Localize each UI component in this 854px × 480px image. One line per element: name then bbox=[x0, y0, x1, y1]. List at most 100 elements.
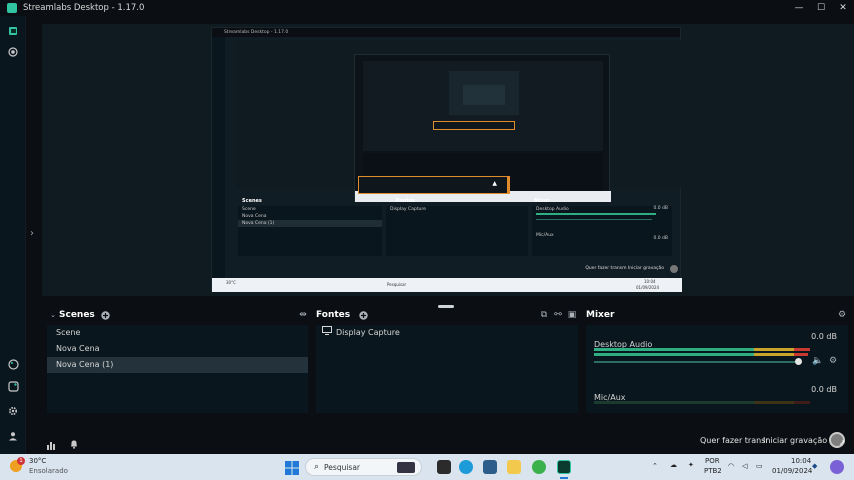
speaker-icon[interactable]: 🔈 bbox=[812, 355, 824, 367]
copilot-icon[interactable] bbox=[830, 460, 844, 474]
search-highlight-image bbox=[397, 462, 415, 473]
integrations-icon[interactable] bbox=[7, 380, 19, 392]
volume-slider[interactable] bbox=[594, 361, 799, 363]
battery-icon[interactable]: ▭ bbox=[756, 462, 763, 470]
volume-icon[interactable]: ◁ bbox=[742, 462, 747, 470]
nested-mixer-mic-db: 0.0 dB bbox=[653, 236, 668, 241]
nested-scene-item: Nova Cena (1) bbox=[238, 220, 382, 227]
clock-date[interactable]: 01/09/2024 bbox=[772, 467, 812, 475]
streamlabs-logo-icon bbox=[7, 3, 17, 13]
scene-item[interactable]: Nova Cena bbox=[47, 341, 308, 357]
source-label: Display Capture bbox=[336, 328, 400, 337]
settings-icon[interactable] bbox=[7, 405, 19, 417]
windows-taskbar: 1 30°C Ensolarado ⌃ ☁ ✦ POR PTB2 ◠ ◁ ▭ 1… bbox=[0, 454, 854, 480]
nested-scene-item: Scene bbox=[242, 207, 256, 212]
tray-overflow-chevron-icon[interactable]: ⌃ bbox=[652, 462, 658, 470]
task-view-icon[interactable] bbox=[437, 460, 451, 474]
minimize-button[interactable]: — bbox=[788, 0, 810, 16]
nested-title: Streamlabs Desktop - 1.17.0 bbox=[212, 28, 680, 37]
chrome-icon[interactable] bbox=[532, 460, 546, 474]
wifi-icon[interactable]: ◠ bbox=[728, 462, 734, 470]
group-sources-icon[interactable]: ⚯ bbox=[552, 309, 564, 321]
level-meter-idle bbox=[594, 401, 754, 404]
windows-start-icon[interactable] bbox=[285, 460, 299, 475]
scene-item-selected[interactable]: Nova Cena (1) bbox=[47, 357, 308, 373]
nested-scenes-panel: Scene Nova Cena Nova Cena (1) bbox=[238, 206, 382, 256]
mixer-header: Mixer ⚙ bbox=[586, 308, 848, 322]
nested-sources-panel: Display Capture bbox=[386, 206, 528, 256]
nested-preview-capture: Streamlabs Desktop - 1.17.0 ▲ Scenes Fon… bbox=[211, 27, 682, 292]
source-filters-icon[interactable]: ⧉ bbox=[538, 309, 550, 321]
nested-time: 10:04 bbox=[644, 279, 656, 284]
language-bottom[interactable]: PTB2 bbox=[704, 467, 722, 475]
collapse-chevron-icon[interactable]: ⌄ bbox=[47, 309, 59, 321]
studio-mode-icon[interactable] bbox=[7, 25, 19, 37]
level-meter-red bbox=[794, 348, 810, 351]
recursive-frame-inner bbox=[463, 85, 505, 105]
popup-arrow-icon: ▲ bbox=[492, 180, 497, 187]
notifications-bell-icon[interactable] bbox=[69, 434, 79, 453]
sources-header: Fontes ⧉ ⚯ ▣ bbox=[316, 308, 578, 322]
channel-settings-gear-icon[interactable]: ⚙ bbox=[827, 355, 839, 367]
nested-preview-area: ▲ bbox=[236, 40, 682, 202]
start-recording-label[interactable]: Iniciar gravação bbox=[763, 436, 827, 445]
source-item[interactable]: Display Capture bbox=[316, 325, 578, 341]
nested-search: Pesquisar bbox=[387, 282, 407, 287]
language-top[interactable]: POR bbox=[705, 457, 720, 465]
level-meter-green bbox=[594, 348, 754, 351]
nested-meter bbox=[536, 213, 656, 215]
close-button[interactable]: ✕ bbox=[832, 0, 854, 16]
maximize-button[interactable]: ☐ bbox=[810, 0, 832, 16]
file-explorer-icon[interactable] bbox=[507, 460, 521, 474]
record-icon[interactable] bbox=[7, 46, 19, 58]
nested-taskbar: 30°C Pesquisar 10:04 01/09/2024 bbox=[212, 278, 682, 292]
channel-db: 0.0 dB bbox=[811, 385, 837, 394]
scenes-header: ⌄ Scenes ⇹ bbox=[47, 308, 308, 322]
mixer-channel-desktop: Desktop Audio 0.0 dB 🔈 ⚙ bbox=[594, 332, 837, 366]
edge-browser-icon[interactable] bbox=[459, 460, 473, 474]
monitor-icon bbox=[322, 325, 332, 341]
nested-scenes-title: Scenes bbox=[242, 198, 262, 204]
tray-app-icon[interactable]: ☁ bbox=[670, 461, 677, 469]
mixer-panel: Desktop Audio 0.0 dB 🔈 ⚙ Mic/Aux 0.0 dB bbox=[586, 325, 848, 413]
store-icon[interactable] bbox=[483, 460, 497, 474]
nested-scene-item: Nova Cena bbox=[242, 214, 267, 219]
nested-left-sidebar bbox=[212, 37, 225, 283]
scene-item[interactable]: Scene bbox=[47, 325, 308, 341]
level-meter-green-2 bbox=[594, 353, 754, 356]
add-scene-button[interactable] bbox=[100, 309, 112, 321]
expand-sidebar-chevron-icon[interactable]: › bbox=[30, 228, 34, 239]
nested-source-item: Display Capture bbox=[390, 207, 426, 212]
level-meter-idle-red bbox=[794, 401, 810, 404]
nested-date: 01/09/2024 bbox=[636, 285, 660, 290]
volume-slider-knob[interactable] bbox=[795, 358, 802, 365]
nested-mixer-panel: Desktop Audio 0.0 dB Mic/Aux 0.0 dB bbox=[532, 206, 672, 256]
go-live-label[interactable]: Quer fazer transr bbox=[700, 436, 769, 445]
level-meter-yellow bbox=[754, 348, 794, 351]
folder-icon[interactable]: ▣ bbox=[566, 309, 578, 321]
scene-transitions-icon[interactable]: ⇹ bbox=[297, 309, 309, 321]
clock-time[interactable]: 10:04 bbox=[791, 457, 811, 465]
channel-db: 0.0 dB bbox=[811, 332, 837, 341]
nested-weather: 30°C bbox=[226, 280, 236, 285]
taskbar-search-box[interactable]: ⌕ Pesquisar bbox=[305, 458, 422, 476]
level-meter-yellow-2 bbox=[754, 353, 794, 356]
title-bar: Streamlabs Desktop - 1.17.0 — ☐ ✕ bbox=[0, 0, 854, 16]
nested-mixer-title: Mixer bbox=[534, 198, 550, 204]
level-meter-red-2 bbox=[794, 353, 808, 356]
window-title: Streamlabs Desktop - 1.17.0 bbox=[23, 3, 145, 13]
streamlabs-taskbar-icon[interactable] bbox=[557, 460, 571, 474]
nested-sources-title: Fontes bbox=[396, 198, 415, 204]
account-icon[interactable] bbox=[7, 430, 19, 442]
add-source-button[interactable] bbox=[357, 309, 369, 321]
mixer-settings-gear-icon[interactable]: ⚙ bbox=[836, 309, 848, 321]
weather-desc[interactable]: Ensolarado bbox=[29, 467, 68, 475]
weather-temp[interactable]: 30°C bbox=[29, 457, 46, 465]
level-meter-idle-yellow bbox=[754, 401, 794, 404]
performance-chart-icon[interactable] bbox=[46, 435, 56, 454]
mixer-channel-mic: Mic/Aux 0.0 dB bbox=[594, 385, 837, 404]
notification-bell-icon[interactable]: ◆ bbox=[812, 462, 817, 470]
theme-icon[interactable] bbox=[7, 358, 19, 370]
tray-network-icon[interactable]: ✦ bbox=[688, 461, 694, 469]
left-sidebar bbox=[0, 16, 26, 454]
